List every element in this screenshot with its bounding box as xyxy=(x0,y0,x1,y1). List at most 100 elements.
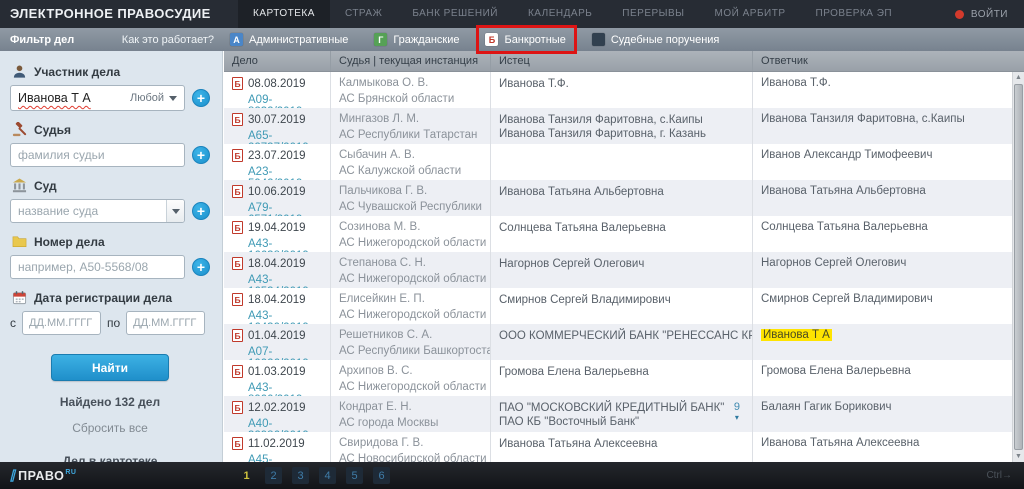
case-number-link[interactable]: А43-16534/2019 xyxy=(248,274,322,288)
column-header-judge: Судья | текущая инстанция xyxy=(331,51,491,71)
defendant-name: Нагорнов Сергей Олегович xyxy=(761,257,906,269)
table-row: Б 01.04.2019 А07-10026/2019 Решетников С. А… xyxy=(224,324,1012,360)
case-number-link[interactable]: А23-5942/2019 xyxy=(248,166,322,180)
nav-item-pereryvy[interactable]: ПЕРЕРЫВЫ xyxy=(607,0,699,28)
tab-administrative-icon: А xyxy=(230,33,243,46)
court-name: АС Нижегородской области xyxy=(339,309,482,321)
case-date: 30.07.2019 xyxy=(248,114,306,126)
search-button[interactable]: Найти xyxy=(51,354,169,381)
filter-bar-left: Фильтр дел Как это работает? xyxy=(0,34,222,46)
nav-item-kartoteka[interactable]: КАРТОТЕКА xyxy=(238,0,330,28)
defendant-cell: Балаян Гагик Борикович xyxy=(753,396,1012,432)
court-select-arrow[interactable] xyxy=(166,200,184,222)
add-participant-button[interactable]: + xyxy=(192,89,210,107)
judge-label-row: Судья xyxy=(12,122,210,137)
case-number-link[interactable]: А43-8900/2019 xyxy=(248,382,322,396)
filter-bar: Фильтр дел Как это работает? ААдминистра… xyxy=(0,28,1024,51)
tab-court-orders-icon xyxy=(592,33,605,46)
add-court-button[interactable]: + xyxy=(192,202,210,220)
tab-bankruptcy[interactable]: ББанкротные xyxy=(485,33,565,46)
plaintiff-cell xyxy=(491,144,753,180)
nav-item-strazh[interactable]: СТРАЖ xyxy=(330,0,397,28)
pravo-logo-icon: ⫿ xyxy=(10,469,14,482)
tab-civil[interactable]: ГГражданские xyxy=(374,33,459,46)
judge-cell: Решетников С. А.АС Республики Башкортост… xyxy=(331,324,491,360)
court-select[interactable]: название суда xyxy=(10,199,185,223)
case-date: 19.04.2019 xyxy=(248,222,306,234)
nav-item-moy-arbitr[interactable]: МОЙ АРБИТР xyxy=(700,0,801,28)
table-body: Б08.08.2019А09-8232/2019Калмыкова О. В.А… xyxy=(224,72,1012,489)
plaintiff-cell: Нагорнов Сергей Олегович xyxy=(491,252,753,288)
plaintiff-cell: ПАО "МОСКОВСКИЙ КРЕДИТНЫЙ БАНК"ПАО КБ "В… xyxy=(491,396,753,432)
scrollbar-thumb[interactable] xyxy=(1014,84,1023,450)
more-participants-badge[interactable]: 9▾ xyxy=(734,403,740,422)
court-building-icon xyxy=(12,178,27,193)
how-it-works-link[interactable]: Как это работает? xyxy=(122,34,214,46)
table-scrollbar[interactable]: ▲ ▼ xyxy=(1012,72,1024,462)
participant-input-row: Иванова Т А Любой + xyxy=(10,85,210,111)
tab-bankruptcy-label: Банкротные xyxy=(504,34,565,46)
case-line: Б18.04.2019 xyxy=(232,257,322,270)
case-date: 01.03.2019 xyxy=(248,366,306,378)
case-number-link[interactable]: А09-8232/2019 xyxy=(248,94,322,108)
case-line: Б 01.04.2019 xyxy=(232,329,322,342)
bankruptcy-case-icon: Б xyxy=(232,77,243,90)
login-button[interactable]: ВОЙТИ xyxy=(955,0,1024,28)
cases-table: Дело Судья | текущая инстанция Истец Отв… xyxy=(224,51,1024,489)
case-number-link[interactable]: А79-6571/2019 xyxy=(248,202,322,216)
bankruptcy-case-icon: Б xyxy=(232,437,243,450)
case-number-link[interactable]: А43-16430/2019 xyxy=(248,310,322,324)
tab-civil-icon: Г xyxy=(374,33,387,46)
table-row: Б01.03.2019А43-8900/2019Архипов В. С.АС … xyxy=(224,360,1012,396)
case-cell: Б10.06.2019А79-6571/2019 xyxy=(224,180,331,216)
nav-item-proverka-ep[interactable]: ПРОВЕРКА ЭП xyxy=(801,0,908,28)
participant-role-dropdown[interactable]: Любой xyxy=(130,92,177,104)
case-number-link[interactable]: А40-32986/2019 xyxy=(248,418,322,432)
court-name: АС Нижегородской области xyxy=(339,381,482,393)
bankruptcy-case-icon: Б xyxy=(232,401,243,414)
case-number-link[interactable]: А07-10026/2019 xyxy=(248,346,322,360)
nav-item-bank-resheniy[interactable]: БАНК РЕШЕНИЙ xyxy=(397,0,513,28)
bankruptcy-case-icon: Б xyxy=(232,221,243,234)
page-button-6[interactable]: 6 xyxy=(373,467,390,484)
table-header: Дело Судья | текущая инстанция Истец Отв… xyxy=(224,51,1024,72)
page-button-5[interactable]: 5 xyxy=(346,467,363,484)
participant-role-value: Любой xyxy=(130,92,164,104)
top-bar: ЭЛЕКТРОННОЕ ПРАВОСУДИЕ КАРТОТЕКАСТРАЖБАН… xyxy=(0,0,1024,28)
defendant-name: Громова Елена Валерьевна xyxy=(761,365,911,377)
add-judge-button[interactable]: + xyxy=(192,146,210,164)
date-from-label: с xyxy=(10,316,16,330)
participant-label-row: Участник дела xyxy=(12,64,210,79)
login-label: ВОЙТИ xyxy=(971,9,1008,20)
judge-input-row: + xyxy=(10,143,210,167)
case-line: Б30.07.2019 xyxy=(232,113,322,126)
date-from-input[interactable] xyxy=(22,311,101,335)
tab-court-orders[interactable]: Судебные поручения xyxy=(592,33,720,46)
case-number-input[interactable] xyxy=(10,255,185,279)
bankruptcy-case-icon: Б xyxy=(232,329,243,342)
nav-item-kalendar[interactable]: КАЛЕНДАРЬ xyxy=(513,0,607,28)
page-button-1[interactable]: 1 xyxy=(238,467,255,484)
reg-date-inputs-row: с по xyxy=(10,311,210,335)
tab-administrative[interactable]: ААдминистративные xyxy=(230,33,348,46)
case-date: 01.04.2019 xyxy=(248,330,306,342)
case-number-link[interactable]: А65-22737/2019 xyxy=(248,130,322,144)
case-number-link[interactable]: А43-16638/2019 xyxy=(248,238,322,252)
case-number-label: Номер дела xyxy=(34,235,105,249)
case-cell: Б 01.04.2019 А07-10026/2019 xyxy=(224,324,331,360)
folder-icon xyxy=(12,234,27,249)
reset-all-link[interactable]: Сбросить все xyxy=(10,421,210,435)
judge-cell: Степанова С. Н.АС Нижегородской области xyxy=(331,252,491,288)
page-button-3[interactable]: 3 xyxy=(292,467,309,484)
case-date: 10.06.2019 xyxy=(248,186,306,198)
chevron-down-icon: ▾ xyxy=(734,413,740,422)
scrollbar-down-arrow[interactable]: ▼ xyxy=(1013,451,1024,462)
scrollbar-up-arrow[interactable]: ▲ xyxy=(1013,72,1024,83)
date-to-input[interactable] xyxy=(126,311,205,335)
participant-input[interactable]: Иванова Т А Любой xyxy=(10,85,185,111)
person-icon xyxy=(12,64,27,79)
page-button-2[interactable]: 2 xyxy=(265,467,282,484)
page-button-4[interactable]: 4 xyxy=(319,467,336,484)
add-case-number-button[interactable]: + xyxy=(192,258,210,276)
judge-input[interactable] xyxy=(10,143,185,167)
